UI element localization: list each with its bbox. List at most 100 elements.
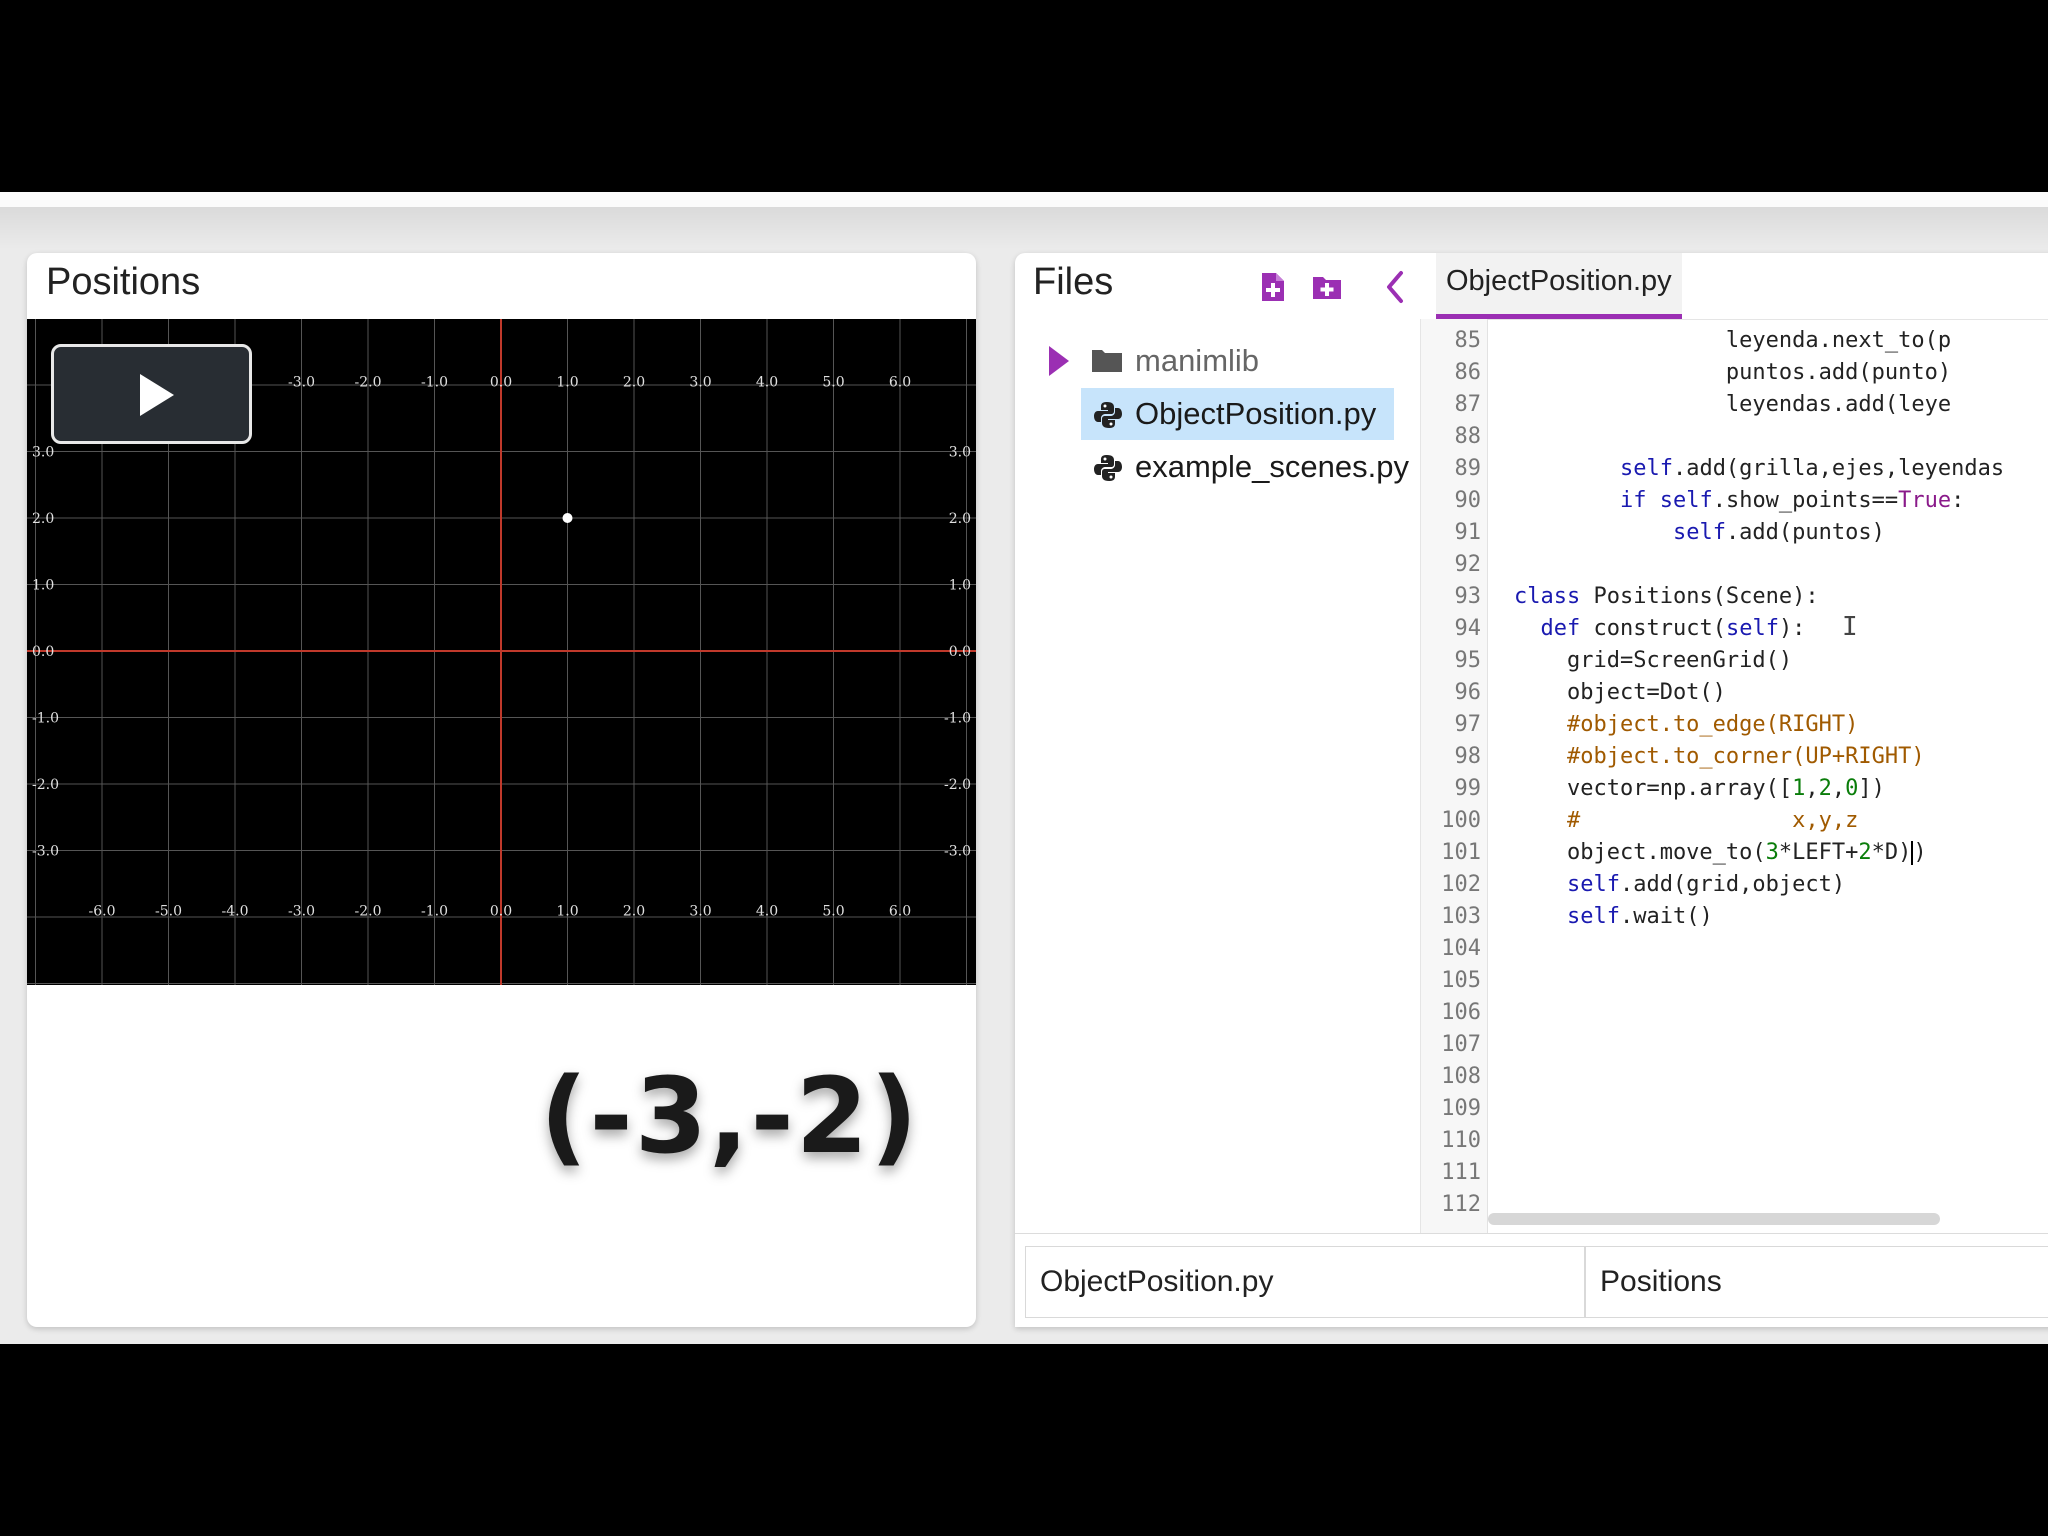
code-line[interactable]: leyenda.next_to(p [1514, 325, 1951, 357]
tab-objectposition[interactable]: ObjectPosition.py [1436, 253, 1682, 319]
caret-right-icon[interactable] [1049, 346, 1069, 376]
x-tick-label: -3.0 [288, 904, 315, 920]
x-tick-label: 3.0 [689, 904, 711, 920]
code-line[interactable]: object=Dot() [1514, 677, 1726, 709]
line-number: 109 [1441, 1096, 1481, 1121]
y-tick-label: 0.0 [32, 644, 54, 660]
code-line[interactable]: def construct(self): [1514, 613, 1806, 645]
y-tick-label: -1.0 [32, 711, 59, 727]
x-tick-label: 4.0 [756, 904, 778, 920]
x-tick-label: 2.0 [623, 374, 645, 390]
code-line[interactable]: self.add(grid,object) [1514, 869, 1845, 901]
code-line[interactable]: self.add(puntos) [1514, 517, 1885, 549]
files-title: Files [1033, 261, 1114, 303]
x-tick-label: -6.0 [89, 904, 116, 920]
folder-icon [1092, 350, 1122, 372]
code-line[interactable]: object.move_to(3*LEFT+2*D)) [1514, 837, 1927, 869]
play-icon [140, 374, 174, 416]
text-cursor-icon: I [1842, 612, 1858, 642]
line-number: 88 [1454, 424, 1482, 449]
x-tick-label: -2.0 [355, 374, 382, 390]
dot-object [562, 513, 573, 523]
x-tick-label: 6.0 [889, 374, 911, 390]
x-tick-label: -3.0 [288, 374, 315, 390]
x-tick-label: 2.0 [623, 904, 645, 920]
x-tick-label: -4.0 [222, 904, 249, 920]
line-number: 105 [1441, 968, 1481, 993]
code-line[interactable]: leyendas.add(leye [1514, 389, 1951, 421]
play-button[interactable] [51, 344, 252, 444]
tree-item-example-scenes[interactable]: example_scenes.py [1081, 441, 1420, 493]
status-scene-label: Positions [1600, 1265, 1722, 1298]
x-tick-label: -1.0 [421, 374, 448, 390]
y-tick-label: -3.0 [944, 844, 971, 860]
line-number: 108 [1441, 1064, 1481, 1089]
line-number: 112 [1441, 1192, 1481, 1217]
tree-item-manimlib[interactable]: manimlib [1015, 335, 1420, 387]
code-line[interactable]: puntos.add(punto) [1514, 357, 1951, 389]
tree-item-label: manimlib [1135, 343, 1260, 378]
line-number: 94 [1454, 616, 1482, 641]
line-number: 98 [1454, 744, 1482, 769]
code-line[interactable]: class Positions(Scene): [1514, 581, 1819, 613]
horizontal-scrollbar[interactable] [1488, 1213, 1940, 1225]
x-tick-label: 1.0 [556, 374, 578, 390]
text-caret [1911, 841, 1914, 865]
x-tick-label: 0.0 [490, 904, 512, 920]
code-line[interactable]: vector=np.array([1,2,0]) [1514, 773, 1885, 805]
y-tick-label: -2.0 [32, 777, 59, 793]
new-folder-icon[interactable] [1311, 271, 1343, 303]
new-file-icon[interactable] [1256, 271, 1288, 303]
line-number: 99 [1454, 776, 1482, 801]
x-tick-label: -2.0 [355, 904, 382, 920]
x-tick-label: 4.0 [756, 374, 778, 390]
line-number: 100 [1441, 808, 1481, 833]
y-tick-label: 1.0 [32, 578, 54, 594]
code-line[interactable]: # x,y,z [1514, 805, 1858, 837]
line-number: 85 [1454, 328, 1482, 353]
code-editor[interactable]: 85 leyenda.next_to(p 86 puntos.add(punto)… [1420, 319, 2048, 1233]
line-number: 110 [1441, 1128, 1481, 1153]
code-line[interactable]: if self.show_points==True: [1514, 485, 1964, 517]
x-tick-label: 1.0 [556, 904, 578, 920]
chevron-left-icon[interactable] [1379, 267, 1411, 307]
tree-item-label: ObjectPosition.py [1135, 396, 1377, 431]
status-file-label: ObjectPosition.py [1040, 1265, 1274, 1298]
file-tree: manimlib ObjectPosition.py example_scene… [1015, 319, 1420, 1234]
x-tick-label: 5.0 [822, 904, 844, 920]
tree-item-objectposition[interactable]: ObjectPosition.py [1081, 388, 1394, 440]
line-number: 101 [1441, 840, 1481, 865]
y-tick-label: 1.0 [949, 578, 971, 594]
code-line[interactable]: self.add(grilla,ejes,leyendas [1514, 453, 2004, 485]
line-number: 86 [1454, 360, 1482, 385]
line-number: 92 [1454, 552, 1482, 577]
status-scene[interactable]: Positions [1585, 1246, 2048, 1318]
y-tick-label: 3.0 [949, 445, 971, 461]
scene-canvas[interactable]: -6.0-6.0-5.0-5.0-4.0-4.0-3.0-3.0-2.0-2.0… [27, 319, 976, 985]
code-line[interactable]: grid=ScreenGrid() [1514, 645, 1792, 677]
line-number: 97 [1454, 712, 1482, 737]
x-tick-label: 0.0 [490, 374, 512, 390]
python-file-icon [1094, 455, 1122, 481]
code-line[interactable]: #object.to_corner(UP+RIGHT) [1514, 741, 1925, 773]
y-tick-label: 3.0 [32, 445, 54, 461]
x-tick-label: -1.0 [421, 904, 448, 920]
line-number: 96 [1454, 680, 1482, 705]
status-file[interactable]: ObjectPosition.py [1025, 1246, 1585, 1318]
line-number: 90 [1454, 488, 1482, 513]
line-number: 106 [1441, 1000, 1481, 1025]
line-number: 87 [1454, 392, 1482, 417]
y-tick-label: 2.0 [949, 511, 971, 527]
coordinate-overlay: (-3,-2) [540, 1055, 920, 1177]
line-number: 91 [1454, 520, 1482, 545]
code-line[interactable]: self.wait() [1514, 901, 1713, 933]
scene-title: Positions [46, 261, 201, 303]
scene-panel: Positions -6.0-6.0-5.0-5.0-4.0-4.0-3.0-3… [27, 253, 976, 1327]
y-tick-label: -2.0 [944, 777, 971, 793]
line-number: 111 [1441, 1160, 1481, 1185]
line-number: 103 [1441, 904, 1481, 929]
y-tick-label: 2.0 [32, 511, 54, 527]
line-number: 102 [1441, 872, 1481, 897]
status-bar: ObjectPosition.py Positions [1015, 1233, 2048, 1327]
code-line[interactable]: #object.to_edge(RIGHT) [1514, 709, 1858, 741]
